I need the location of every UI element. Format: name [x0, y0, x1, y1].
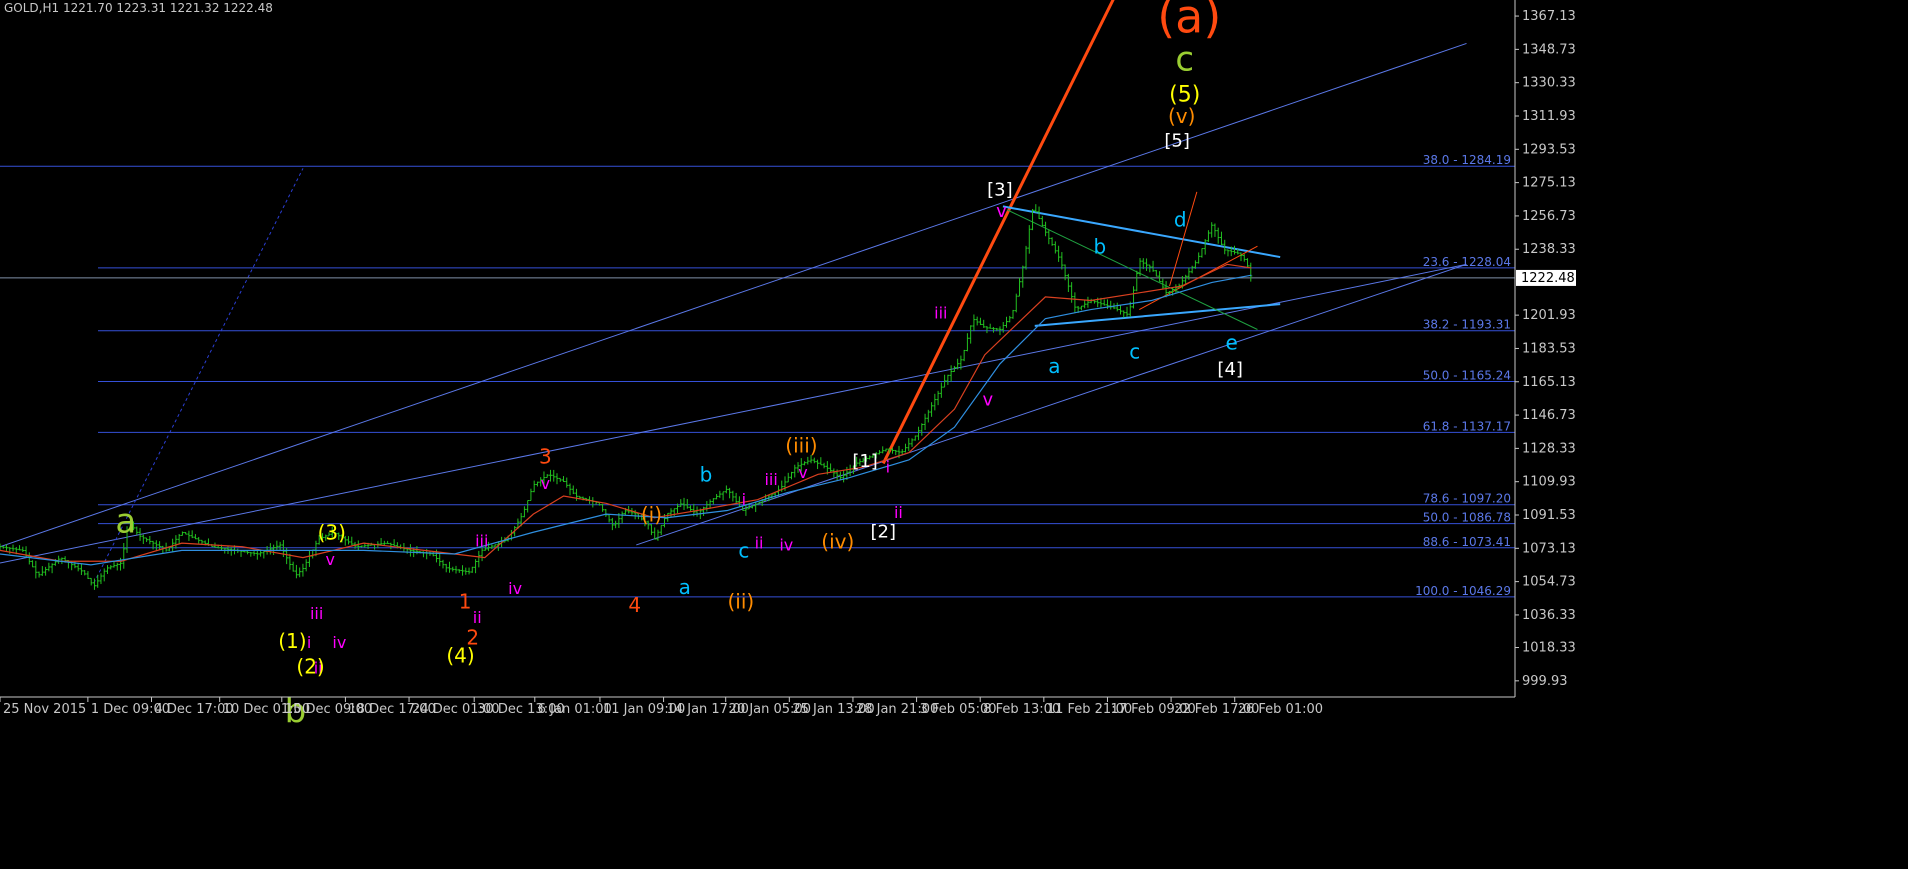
fib-level-label: 38.0 - 1284.19 [1423, 153, 1511, 167]
fib-levels: 38.0 - 1284.19 23.6 - 1228.04 38.2 - 1193.… [0, 153, 1515, 598]
wave-label: v [326, 550, 335, 569]
wave-label: (3) [318, 520, 346, 544]
wave-label: (ii) [727, 589, 754, 613]
wave-label: [3] [987, 180, 1013, 201]
trend-line [0, 42, 1467, 548]
wave-label: b [700, 463, 713, 487]
ma-slow-line [0, 274, 1252, 566]
wave-label: i [886, 458, 890, 477]
wave-label: iv [332, 633, 346, 652]
time-tick-label: 6 Jan 01:00 [538, 702, 612, 717]
price-tick-label: 1146.73 [1522, 408, 1576, 423]
price-tick-label: 999.93 [1522, 674, 1568, 689]
price-tick-label: 1054.73 [1522, 575, 1576, 590]
current-price-label: 1222.48 [1521, 271, 1575, 286]
moving-averages [0, 263, 1252, 566]
trend-line [1169, 191, 1198, 287]
wave-label: v [541, 474, 550, 493]
time-tick-label: 25 Nov 2015 [3, 702, 86, 717]
wave-label: iii [934, 304, 947, 323]
chart-svg[interactable]: GOLD,H1 1221.70 1223.31 1221.32 1222.48 … [0, 0, 1908, 865]
wave-label: c [1175, 40, 1194, 80]
price-tick-label: 1293.53 [1522, 142, 1576, 157]
wave-label: (v) [1168, 104, 1195, 128]
wave-label: a [115, 501, 136, 541]
wave-label: c [1129, 339, 1140, 363]
price-tick-label: 1183.53 [1522, 341, 1576, 356]
ohlc-header: GOLD,H1 1221.70 1223.31 1221.32 1222.48 [4, 1, 273, 15]
wave-label: (a) [1157, 0, 1221, 44]
wave-label: iii [475, 532, 488, 551]
price-tick-label: 1348.73 [1522, 42, 1576, 57]
price-tick-label: 1109.93 [1522, 475, 1576, 490]
wave-label: v [996, 201, 1007, 222]
fib-level-label: 78.6 - 1097.20 [1423, 492, 1511, 506]
trend-line [1007, 209, 1258, 330]
price-tick-label: 1330.33 [1522, 76, 1576, 91]
price-tick-label: 1256.73 [1522, 209, 1576, 224]
fib-level-label: 100.0 - 1046.29 [1415, 584, 1511, 598]
wave-label: (iii) [785, 434, 817, 458]
wave-label: c [738, 539, 749, 563]
fib-level-label: 38.2 - 1193.31 [1423, 318, 1511, 332]
wave-label: d [1174, 207, 1187, 231]
wave-label: [5] [1164, 131, 1190, 152]
trend-line [0, 263, 1467, 564]
wave-label: a [679, 575, 691, 599]
ma-fast-line [0, 263, 1252, 562]
wave-label: ii [894, 503, 903, 522]
price-tick-label: 1018.33 [1522, 641, 1576, 656]
wave-label: e [1226, 330, 1238, 354]
price-tick-label: 1128.33 [1522, 441, 1576, 456]
price-tick-label: 1311.93 [1522, 109, 1576, 124]
wave-label: iii [310, 604, 323, 623]
trend-line [1002, 205, 1281, 259]
wave-label: iii [764, 470, 777, 489]
wave-label: (2) [296, 654, 324, 678]
wave-label: v [798, 463, 807, 482]
wave-label: 4 [628, 593, 641, 617]
price-tick-label: 1367.13 [1522, 9, 1576, 24]
wave-label: v [982, 390, 993, 411]
fib-level-label: 61.8 - 1137.17 [1423, 419, 1511, 433]
wave-label: iv [779, 535, 793, 554]
wave-label: [2] [870, 522, 896, 543]
wave-label: [4] [1217, 359, 1243, 380]
wave-label: ii [755, 534, 764, 553]
wave-label: 3 [539, 444, 552, 468]
wave-label: ii [473, 608, 482, 627]
price-tick-label: 1036.33 [1522, 608, 1576, 623]
wave-label: (1) [278, 629, 306, 653]
wave-labels: (a)c(5)(v)[5][3]viiivabcde[4][1] iii[2](i… [115, 0, 1243, 731]
wave-label: iv [508, 579, 522, 598]
fib-level-label: 50.0 - 1165.24 [1423, 369, 1511, 383]
wave-label: (iv) [821, 530, 854, 554]
wave-label: (i) [641, 502, 662, 526]
price-tick-label: 1201.93 [1522, 308, 1576, 323]
price-tick-label: 1238.33 [1522, 242, 1576, 257]
candlesticks [0, 204, 1253, 590]
price-tick-label: 1073.13 [1522, 541, 1576, 556]
price-tick-label: 1275.13 [1522, 176, 1576, 191]
wave-label: 1 [459, 589, 472, 613]
wave-label: a [1048, 354, 1060, 378]
time-tick-label: 26 Feb 01:00 [1238, 702, 1323, 717]
wave-label: i [307, 633, 311, 652]
fib-level-label: 23.6 - 1228.04 [1423, 255, 1511, 269]
wave-label: b [1094, 234, 1107, 258]
fib-level-label: 50.0 - 1086.78 [1423, 511, 1511, 525]
axes: 1367.13 1348.73 1330.33 1311.93 1293.53 1275.… [0, 0, 1576, 717]
price-tick-label: 1091.53 [1522, 508, 1576, 523]
wave-label: i [742, 490, 746, 509]
fib-level-label: 88.6 - 1073.41 [1423, 535, 1511, 549]
chart-area[interactable]: GOLD,H1 1221.70 1223.31 1221.32 1222.48 … [0, 0, 1908, 865]
price-tick-label: 1165.13 [1522, 375, 1576, 390]
wave-label: [1] [852, 451, 878, 472]
wave-label: (4) [446, 644, 474, 668]
